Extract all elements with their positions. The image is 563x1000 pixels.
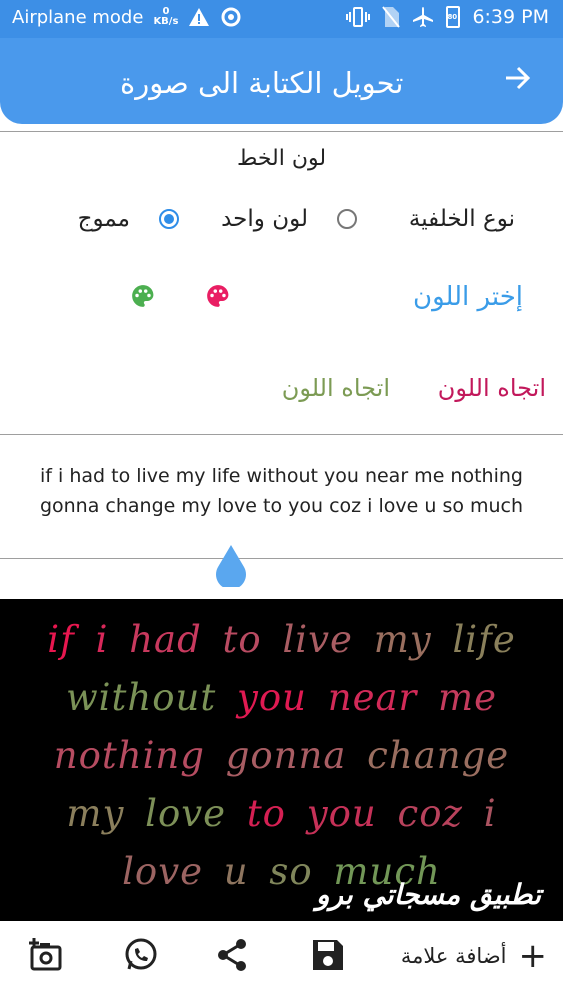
add-watermark-button[interactable]: + أضافة علامة <box>400 936 548 976</box>
preview-image: if i had to live my life without you nea… <box>0 599 563 921</box>
save-icon[interactable] <box>310 937 346 973</box>
add-photo-icon[interactable] <box>28 937 64 973</box>
clock: 6:39 PM <box>472 6 549 28</box>
background-type-row: نوع الخلفية لون واحد مموج <box>0 206 563 240</box>
warning-icon <box>189 8 210 26</box>
input-underline <box>0 558 563 559</box>
preview-word: love <box>122 850 204 893</box>
sync-icon <box>221 7 241 27</box>
choose-color-button[interactable]: إختر اللون <box>413 282 523 312</box>
whatsapp-icon[interactable] <box>123 937 159 973</box>
preview-word: if <box>47 618 75 661</box>
share-icon[interactable] <box>214 937 250 973</box>
preview-word: my <box>66 792 125 835</box>
watermark: تطبيق مسجاتي برو <box>316 878 541 911</box>
data-speed: 0 KB/s <box>153 6 179 27</box>
preview-word: my <box>373 618 432 661</box>
gradient-label[interactable]: مموج <box>78 206 130 232</box>
preview-text: if i had to live my life without you nea… <box>14 611 549 901</box>
text-input[interactable]: if i had to live my life without you nea… <box>10 461 553 521</box>
vibrate-icon <box>346 7 371 27</box>
preview-word: live <box>282 618 353 661</box>
status-bar: Airplane mode 0 KB/s 80 6:39 PM <box>0 0 563 38</box>
preview-word: love <box>145 792 227 835</box>
preview-word: without <box>66 676 217 719</box>
radio-single-color[interactable] <box>337 209 357 229</box>
single-color-label[interactable]: لون واحد <box>221 206 308 232</box>
back-button[interactable] <box>503 64 533 100</box>
cursor-handle[interactable] <box>214 545 248 587</box>
preview-word: so <box>269 850 313 893</box>
add-watermark-label: أضافة علامة <box>400 944 507 968</box>
airplane-mode-text: Airplane mode <box>12 6 144 28</box>
arrow-right-icon <box>506 66 531 90</box>
divider <box>0 434 563 435</box>
color-direction-button-2[interactable]: اتجاه اللون <box>282 374 390 402</box>
background-type-label: نوع الخلفية <box>408 206 515 232</box>
palette-icon-green[interactable] <box>130 283 156 309</box>
preview-word: coz <box>397 792 464 835</box>
no-sim-icon <box>382 6 401 28</box>
divider <box>0 131 563 132</box>
preview-word: i <box>95 618 109 661</box>
preview-word: to <box>246 792 286 835</box>
palette-icon-pink[interactable] <box>205 283 231 309</box>
preview-word: life <box>452 618 516 661</box>
preview-word: you <box>306 792 377 835</box>
preview-word: you <box>236 676 307 719</box>
color-direction-button-1[interactable]: اتجاه اللون <box>438 374 546 402</box>
preview-word: near <box>327 676 418 719</box>
battery-icon: 80 <box>446 6 461 28</box>
app-bar: تحويل الكتابة الى صورة <box>0 38 563 124</box>
radio-gradient[interactable] <box>159 209 179 229</box>
page-title: تحويل الكتابة الى صورة <box>120 66 404 100</box>
preview-word: i <box>483 792 497 835</box>
preview-word: had <box>129 618 202 661</box>
bottom-bar: + أضافة علامة <box>0 921 563 1000</box>
preview-word: to <box>222 618 262 661</box>
preview-word: me <box>438 676 497 719</box>
preview-word: nothing <box>53 734 205 777</box>
airplane-icon <box>413 7 434 27</box>
preview-word: change <box>367 734 510 777</box>
preview-word: u <box>223 850 249 893</box>
font-color-title: لون الخط <box>236 146 327 171</box>
preview-word: gonna <box>225 734 347 777</box>
plus-icon: + <box>518 936 548 976</box>
